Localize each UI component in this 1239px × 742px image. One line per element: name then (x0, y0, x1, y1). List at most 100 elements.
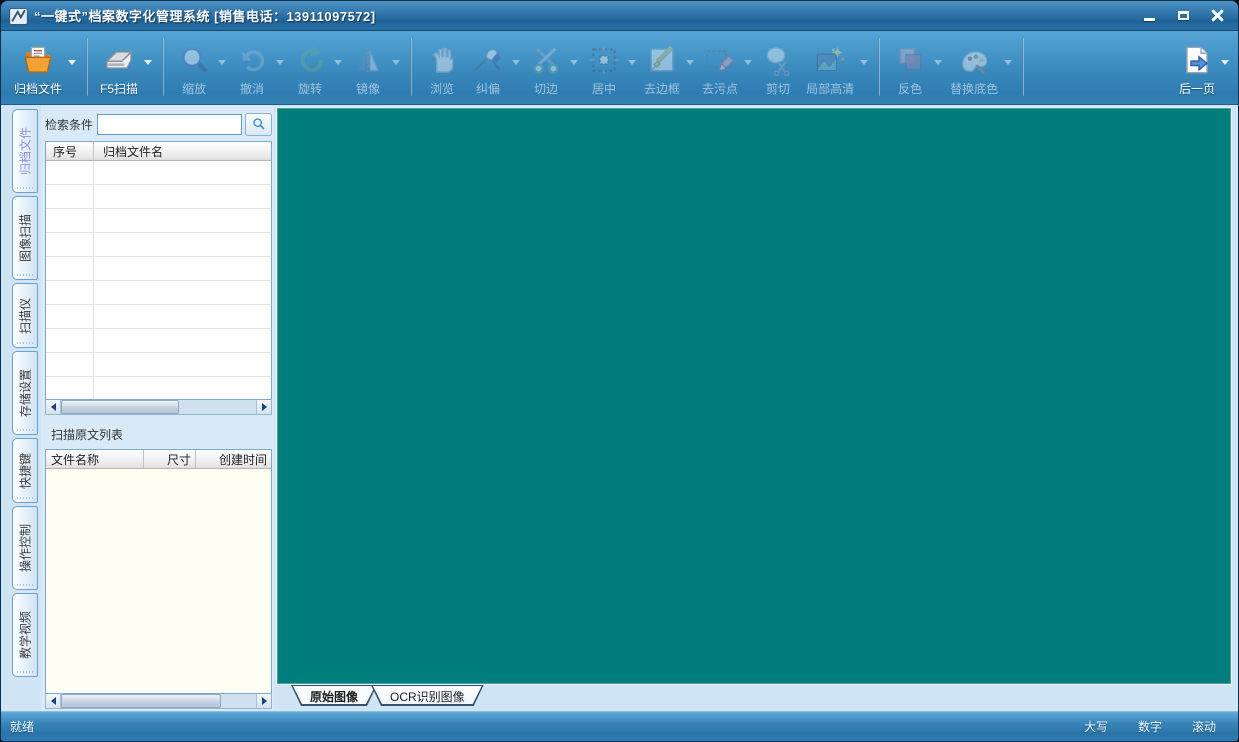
maximize-button[interactable] (1168, 6, 1198, 26)
toolbar-button-label: 浏览 (430, 82, 455, 96)
next-page-icon (1179, 41, 1215, 79)
keyboard-indicator-scroll: 滚动 (1191, 720, 1216, 734)
sidebar-tab-label: 操作控制 (18, 523, 33, 573)
scrollbar-thumb[interactable] (61, 694, 221, 708)
search-input[interactable] (97, 113, 242, 135)
undo-icon (234, 41, 270, 79)
scan-table-body[interactable] (46, 469, 271, 693)
toolbar-group: 剪切 (755, 34, 801, 102)
toolbar-button-scanner[interactable]: F5扫描 (95, 39, 143, 97)
archive-folder-icon (20, 41, 56, 79)
toolbar-button-archive-folder[interactable]: 归档文件 (9, 39, 67, 97)
toolbar-button-local-hd: 局部高清 (801, 39, 859, 97)
toolbar-button-label: 镜像 (356, 82, 381, 96)
image-view-region: 原始图像 OCR识别图像 (277, 105, 1231, 711)
toolbar-button-replace-bg: 替换底色 (945, 39, 1003, 97)
search-label: 检索条件 (45, 117, 94, 132)
dropdown-arrow-icon[interactable] (1221, 59, 1229, 65)
column-header-seq[interactable]: 序号 (46, 142, 93, 160)
keyboard-indicator-caps: 大写 (1083, 720, 1108, 734)
toolbar-button-remove-border: 去边框 (639, 39, 685, 97)
archive-file-table[interactable]: 序号 归档文件名 (45, 141, 272, 400)
table-row[interactable] (46, 209, 271, 233)
dropdown-arrow-icon[interactable] (144, 59, 153, 65)
table-row[interactable] (46, 281, 271, 305)
close-button[interactable] (1202, 6, 1232, 26)
app-logo-icon (9, 7, 28, 25)
scan-table-header: 文件名称 尺寸 创建时间 (46, 450, 271, 469)
keyboard-indicators: 大写 数字 滚动 (1084, 718, 1216, 735)
archive-table-hscrollbar[interactable] (45, 400, 272, 415)
toolbar-button-zoom: 缩放 (171, 39, 217, 97)
sidebar-tab-2[interactable]: 图像扫描 (12, 196, 38, 280)
scroll-right-button[interactable] (256, 694, 271, 708)
dropdown-arrow-icon (628, 59, 637, 65)
table-row[interactable] (46, 377, 271, 399)
image-canvas[interactable] (277, 108, 1231, 684)
scroll-right-button[interactable] (256, 400, 271, 414)
table-row[interactable] (46, 305, 271, 329)
archive-table-body[interactable] (46, 161, 271, 399)
sidebar-tab-label: 图像扫描 (18, 213, 33, 263)
toolbar-group: 纠偏 (465, 34, 523, 102)
table-row[interactable] (46, 257, 271, 281)
toolbar-group: 撤消 (229, 34, 287, 102)
table-row[interactable] (46, 233, 271, 257)
scrollbar-track[interactable] (179, 400, 256, 414)
dropdown-arrow-icon[interactable] (68, 59, 77, 65)
scroll-left-button[interactable] (46, 694, 61, 708)
toolbar-button-label: 旋转 (298, 82, 323, 96)
toolbar-button-label: 去边框 (644, 82, 681, 96)
toolbar-button-undo: 撤消 (229, 39, 275, 97)
remove-border-icon (644, 41, 680, 79)
toolbar-group: 浏览 (419, 34, 465, 102)
toolbar-group: 切边 (523, 34, 581, 102)
toolbar-button-label: F5扫描 (100, 82, 139, 96)
toolbar-button-label: 后一页 (1178, 82, 1215, 96)
replace-bg-icon (956, 41, 992, 79)
dropdown-arrow-icon (686, 59, 695, 65)
doc-tab-ocr-image[interactable]: OCR识别图像 (371, 685, 484, 706)
local-hd-icon (812, 41, 848, 79)
search-icon (252, 118, 265, 130)
sidebar-tab-5[interactable]: 快捷键 (12, 438, 38, 503)
toolbar-separator (878, 38, 881, 96)
column-header-size[interactable]: 尺寸 (143, 450, 195, 468)
close-icon (1211, 9, 1224, 22)
toolbar-separator (410, 38, 413, 96)
column-header-created[interactable]: 创建时间 (195, 450, 271, 468)
toolbar-button-rotate: 旋转 (287, 39, 333, 97)
toolbar-button-label: 缩放 (182, 82, 207, 96)
table-row[interactable] (46, 161, 271, 185)
scroll-left-button[interactable] (46, 400, 61, 414)
column-header-filename[interactable]: 归档文件名 (93, 142, 271, 160)
doc-tab-original-image[interactable]: 原始图像 (291, 685, 377, 706)
table-row[interactable] (46, 353, 271, 377)
search-button[interactable] (245, 112, 272, 136)
triangle-right-icon (261, 697, 267, 705)
column-header-file-name[interactable]: 文件名称 (46, 450, 143, 468)
dropdown-arrow-icon (1004, 59, 1013, 65)
toolbar-group: 替换底色 (945, 34, 1015, 102)
table-row[interactable] (46, 329, 271, 353)
rotate-icon (292, 41, 328, 79)
sidebar-tab-6[interactable]: 操作控制 (12, 506, 38, 590)
toolbar-button-trim-scissors: 切边 (523, 39, 569, 97)
table-row[interactable] (46, 185, 271, 209)
toolbar-button-next-page[interactable]: 后一页 (1174, 39, 1220, 97)
scrollbar-track[interactable] (221, 694, 256, 708)
sidebar-tab-1[interactable]: 归档文件 (12, 109, 38, 193)
sidebar-tab-4[interactable]: 存储设置 (12, 351, 38, 435)
scan-original-table[interactable]: 文件名称 尺寸 创建时间 (45, 449, 272, 694)
sidebar-tab-3[interactable]: 扫描仪 (12, 283, 38, 348)
toolbar-group: F5扫描 (95, 34, 155, 102)
dropdown-arrow-icon (512, 59, 521, 65)
toolbar-button-browse-hand: 浏览 (419, 39, 465, 97)
scan-table-hscrollbar[interactable] (45, 694, 272, 709)
toolbar-group: 缩放 (171, 34, 229, 102)
minimize-button[interactable] (1134, 6, 1164, 26)
scrollbar-thumb[interactable] (61, 400, 179, 414)
toolbar-button-label: 去污点 (702, 82, 739, 96)
deskew-pen-icon (470, 41, 506, 79)
sidebar-tab-7[interactable]: 教学视频 (12, 593, 38, 677)
